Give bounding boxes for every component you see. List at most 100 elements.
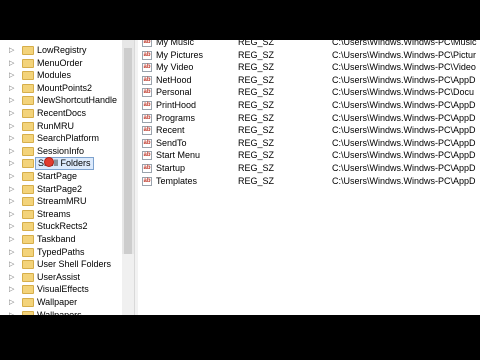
- expand-arrow-icon[interactable]: ▷: [9, 233, 17, 246]
- tree-item[interactable]: ▷ Modules: [0, 69, 122, 82]
- tree-item[interactable]: ▷ LowRegistry: [0, 44, 122, 57]
- tree-item[interactable]: ▷ SessionInfo: [0, 145, 122, 158]
- tree-scroll-track[interactable]: [122, 254, 134, 315]
- value-data: C:\Users\Windws.Windws-PC\AppD: [332, 112, 476, 123]
- string-value-icon: ab: [142, 151, 152, 161]
- value-row[interactable]: ab NetHood REG_SZ C:\Users\Windws.Windws-PC…: [138, 74, 480, 87]
- tree-item-label: LowRegistry: [37, 45, 87, 55]
- folder-icon: [22, 121, 34, 131]
- folder-icon: [22, 58, 34, 68]
- tree-item[interactable]: ▷ NewShortcutHandle: [0, 94, 122, 107]
- tree-item-label: StreamMRU: [37, 196, 87, 207]
- tree-item-label: Streams: [37, 208, 71, 219]
- value-row[interactable]: ab Recent REG_SZ C:\Users\Windws.Windws-PC\…: [138, 124, 480, 137]
- string-value-icon: ab: [142, 176, 152, 186]
- string-value-icon: ab: [142, 50, 152, 60]
- folder-icon: [22, 184, 34, 194]
- tree-item[interactable]: ▷ StartPage2: [0, 183, 122, 196]
- value-row[interactable]: ab Start Menu REG_SZ C:\Users\Windws.Windws…: [138, 149, 480, 162]
- folder-icon: [22, 96, 34, 106]
- value-type: REG_SZ: [238, 74, 275, 85]
- value-name: SendTo: [156, 137, 187, 148]
- folder-icon: [22, 46, 34, 55]
- folder-icon: [22, 285, 34, 295]
- value-row[interactable]: ab Templates REG_SZ C:\Users\Windws.Windws-…: [138, 175, 480, 188]
- tree-item[interactable]: ▷ VisualEffects: [0, 283, 122, 296]
- expand-arrow-icon[interactable]: ▷: [9, 258, 17, 271]
- expand-arrow-icon[interactable]: ▷: [9, 145, 17, 158]
- value-row[interactable]: ab My Pictures REG_SZ C:\Users\Windws.Windw…: [138, 49, 480, 62]
- expand-arrow-icon[interactable]: ▷: [9, 69, 17, 82]
- expand-arrow-icon[interactable]: ▷: [9, 120, 17, 133]
- tree-item-label: Wallpapers: [37, 309, 82, 315]
- expand-arrow-icon[interactable]: ▷: [9, 283, 17, 296]
- value-row[interactable]: ab My Video REG_SZ C:\Users\Windws.Windws-P…: [138, 61, 480, 74]
- expand-arrow-icon[interactable]: ▷: [9, 296, 17, 309]
- tree-item[interactable]: ▷ Wallpapers: [0, 309, 122, 315]
- tree-item[interactable]: ▷ UserAssist: [0, 271, 122, 284]
- tree-item[interactable]: ▷ RecentDocs: [0, 107, 122, 120]
- expand-arrow-icon[interactable]: ▷: [9, 157, 17, 170]
- value-name: Recent: [156, 125, 185, 136]
- value-name: My Pictures: [156, 49, 204, 60]
- value-data: C:\Users\Windws.Windws-PC\AppD: [332, 74, 476, 85]
- tree-item-label: StartPage2: [37, 183, 83, 194]
- tree-scroll-thumb[interactable]: [124, 48, 132, 254]
- value-type: REG_SZ: [238, 49, 275, 60]
- value-type: REG_SZ: [238, 125, 275, 136]
- expand-arrow-icon[interactable]: ▷: [9, 57, 17, 70]
- value-row[interactable]: ab Startup REG_SZ C:\Users\Windws.Windws-PC…: [138, 162, 480, 175]
- value-row[interactable]: ab PrintHood REG_SZ C:\Users\Windws.Windws-…: [138, 99, 480, 112]
- value-name: PrintHood: [156, 100, 197, 110]
- tree-item-label: StartPage: [37, 171, 78, 181]
- tree-item[interactable]: ▷ User Shell Folders: [0, 258, 122, 271]
- expand-arrow-icon[interactable]: ▷: [9, 208, 17, 221]
- tree-vertical-scrollbar[interactable]: [122, 40, 134, 315]
- expand-arrow-icon[interactable]: ▷: [9, 107, 17, 120]
- expand-arrow-icon[interactable]: ▷: [9, 195, 17, 208]
- expand-arrow-icon[interactable]: ▷: [9, 246, 17, 259]
- click-indicator: [44, 157, 54, 167]
- string-value-icon: ab: [142, 101, 152, 110]
- value-row[interactable]: ab Personal REG_SZ C:\Users\Windws.Windws-P…: [138, 86, 480, 99]
- registry-values-list: ab My Music REG_SZ C:\Users\Windws.Windws-P…: [138, 40, 480, 315]
- tree-item-label: StuckRects2: [37, 221, 88, 232]
- folder-icon: [22, 197, 34, 207]
- string-value-icon: ab: [142, 40, 152, 47]
- value-row[interactable]: ab SendTo REG_SZ C:\Users\Windws.Windws-PC\…: [138, 137, 480, 150]
- folder-icon: [22, 272, 34, 282]
- tree-item[interactable]: ▷ MountPoints2: [0, 82, 122, 95]
- expand-arrow-icon[interactable]: ▷: [9, 94, 17, 107]
- value-name: Programs: [156, 112, 196, 123]
- expand-arrow-icon[interactable]: ▷: [9, 170, 17, 183]
- tree-item[interactable]: ▷ StuckRects2: [0, 220, 122, 233]
- value-row[interactable]: ab Programs REG_SZ C:\Users\Windws.Windws-P…: [138, 112, 480, 125]
- tree-item[interactable]: ▷ Taskband: [0, 233, 122, 246]
- tree-item[interactable]: ▷ StartPage: [0, 170, 122, 183]
- tree-item-label: User Shell Folders: [37, 259, 112, 270]
- value-data: C:\Users\Windws.Windws-PC\Docu: [332, 87, 475, 98]
- string-value-icon: ab: [142, 75, 152, 85]
- tree-item[interactable]: ▷ Wallpaper: [0, 296, 122, 309]
- value-name: Personal: [156, 87, 192, 98]
- expand-arrow-icon[interactable]: ▷: [9, 44, 17, 57]
- value-data: C:\Users\Windws.Windws-PC\AppD: [332, 125, 476, 136]
- tree-item[interactable]: ▷ MenuOrder: [0, 57, 122, 70]
- tree-item[interactable]: ▷ RunMRU: [0, 120, 122, 133]
- expand-arrow-icon[interactable]: ▷: [9, 183, 17, 196]
- expand-arrow-icon[interactable]: ▷: [9, 82, 17, 95]
- tree-item[interactable]: ▷ Streams: [0, 208, 122, 221]
- expand-arrow-icon[interactable]: ▷: [9, 271, 17, 284]
- value-data: C:\Users\Windws.Windws-PC\Video: [332, 62, 476, 73]
- tree-item[interactable]: ▷ Shell Folders: [0, 157, 122, 171]
- folder-icon: [22, 172, 34, 181]
- expand-arrow-icon[interactable]: ▷: [9, 220, 17, 233]
- tree-item[interactable]: ▷ StreamMRU: [0, 195, 122, 208]
- tree-item-label: MountPoints2: [37, 82, 93, 93]
- tree-item[interactable]: ▷ SearchPlatform: [0, 132, 122, 145]
- folder-icon: [22, 159, 34, 169]
- expand-arrow-icon[interactable]: ▷: [9, 309, 17, 315]
- tree-item[interactable]: ▷ TypedPaths: [0, 246, 122, 259]
- expand-arrow-icon[interactable]: ▷: [9, 132, 17, 145]
- folder-icon: [22, 260, 34, 270]
